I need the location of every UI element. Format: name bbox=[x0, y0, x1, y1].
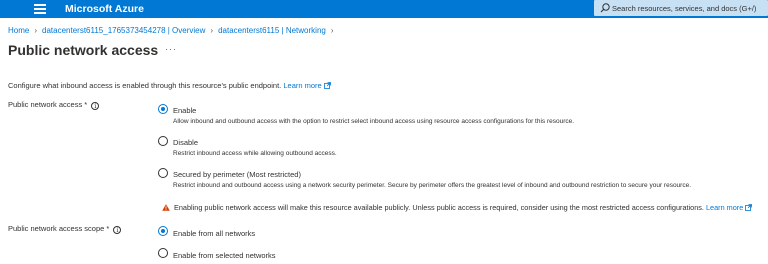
network-access-scope-label-text: Public network access scope * bbox=[8, 224, 110, 233]
search-input[interactable] bbox=[612, 1, 767, 15]
warning-learn-more-label: Learn more bbox=[705, 203, 744, 212]
top-bar: Microsoft Azure bbox=[0, 0, 768, 18]
breadcrumb-overview[interactable]: datacenterst6115_1765373454278 | Overvie… bbox=[42, 26, 205, 36]
option-enable-description: Allow inbound and outbound access with t… bbox=[173, 118, 575, 125]
more-options-icon[interactable]: ··· bbox=[165, 44, 177, 54]
info-icon[interactable]: i bbox=[91, 102, 100, 110]
external-link-icon bbox=[745, 204, 753, 211]
intro-text: Configure what inbound access is enabled… bbox=[8, 81, 331, 91]
hamburger-menu-icon[interactable] bbox=[34, 4, 46, 14]
chevron-right-icon: › bbox=[210, 26, 214, 35]
option-selected-networks-title[interactable]: Enable from selected networks bbox=[173, 251, 276, 261]
radio-secured-by-perimeter[interactable] bbox=[158, 168, 168, 178]
breadcrumb-networking[interactable]: datacenterst6115 | Networking bbox=[218, 26, 326, 36]
radio-disable[interactable] bbox=[158, 136, 168, 146]
intro-learn-more-link[interactable]: Learn more bbox=[283, 81, 331, 90]
global-search-box[interactable] bbox=[594, 0, 768, 16]
breadcrumb: Home › datacenterst6115_1765373454278 | … bbox=[8, 26, 339, 36]
network-access-scope-label: Public network access scope * i bbox=[8, 224, 122, 234]
public-network-access-label-text: Public network access * bbox=[8, 100, 88, 109]
option-disable-description: Restrict inbound access while allowing o… bbox=[173, 150, 337, 157]
public-network-access-label: Public network access * i bbox=[8, 100, 100, 110]
radio-all-networks[interactable] bbox=[158, 226, 168, 236]
breadcrumb-home[interactable]: Home bbox=[8, 26, 29, 36]
page-title: Public network access bbox=[8, 42, 159, 58]
radio-enable[interactable] bbox=[158, 104, 168, 114]
radio-selected-networks[interactable] bbox=[158, 248, 168, 258]
option-perimeter-title[interactable]: Secured by perimeter (Most restricted) bbox=[173, 170, 301, 180]
search-icon bbox=[600, 3, 610, 13]
brand-title[interactable]: Microsoft Azure bbox=[65, 2, 144, 16]
option-perimeter-description: Restrict inbound and outbound access usi… bbox=[173, 182, 692, 189]
intro-learn-more-label: Learn more bbox=[283, 81, 322, 90]
warning-learn-more-link[interactable]: Learn more bbox=[705, 203, 753, 212]
warning-message: Enabling public network access will make… bbox=[162, 203, 753, 213]
warning-icon bbox=[162, 204, 170, 211]
option-disable-title[interactable]: Disable bbox=[173, 138, 198, 148]
chevron-right-icon: › bbox=[330, 26, 334, 35]
intro-description: Configure what inbound access is enabled… bbox=[8, 81, 282, 90]
warning-text: Enabling public network access will make… bbox=[174, 203, 704, 212]
info-icon[interactable]: i bbox=[113, 226, 122, 234]
external-link-icon bbox=[323, 82, 331, 89]
option-enable-title[interactable]: Enable bbox=[173, 106, 196, 116]
chevron-right-icon: › bbox=[34, 26, 38, 35]
option-all-networks-title[interactable]: Enable from all networks bbox=[173, 229, 255, 239]
